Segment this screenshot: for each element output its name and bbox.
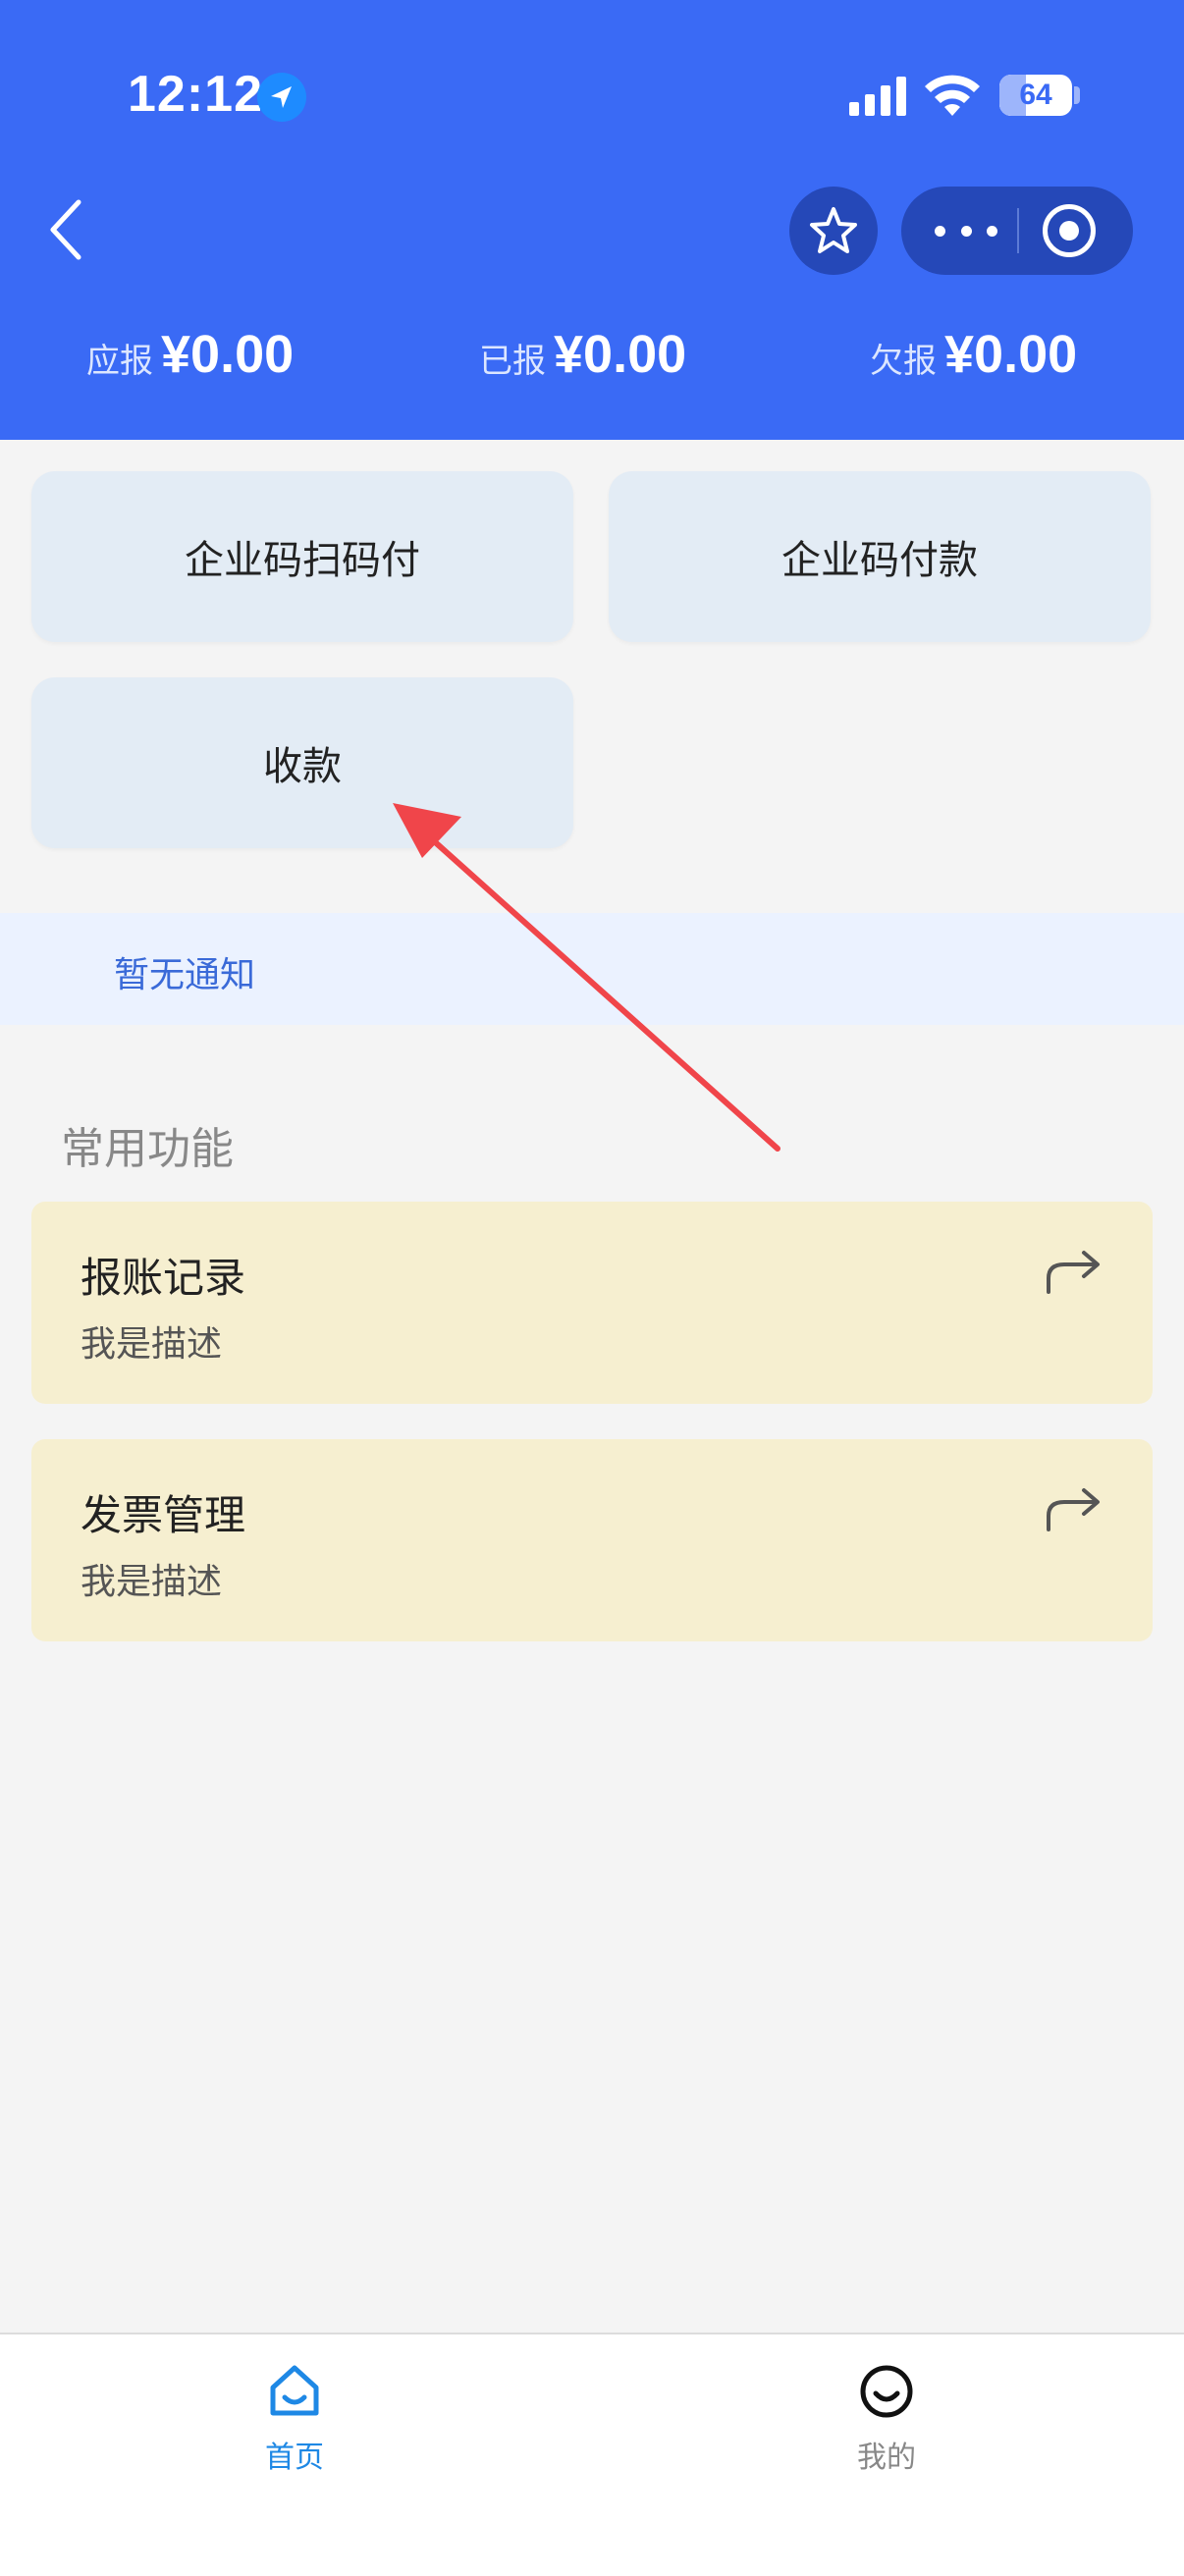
- status-bar: 12:12 64: [0, 0, 1184, 187]
- back-button[interactable]: [39, 194, 98, 265]
- tab-home-label: 首页: [265, 2441, 324, 2475]
- location-arrow-icon: [257, 73, 306, 122]
- summary-label: 已报: [479, 342, 546, 381]
- battery-icon: 64: [999, 75, 1072, 116]
- expense-records-card[interactable]: 报账记录 我是描述: [31, 1202, 1153, 1404]
- more-button[interactable]: [935, 187, 997, 275]
- battery-percent: 64: [1019, 79, 1052, 111]
- notice-bar: 暂无通知: [0, 913, 1184, 1025]
- invoice-management-card[interactable]: 发票管理 我是描述: [31, 1439, 1153, 1641]
- capsule-divider: [1017, 208, 1019, 253]
- summary-owed: 欠报 ¥0.00: [870, 324, 1077, 385]
- card-description: 我是描述: [81, 1324, 223, 1365]
- star-icon: [810, 207, 857, 253]
- chevron-left-icon: [50, 199, 81, 260]
- tab-home[interactable]: 首页: [196, 2362, 393, 2476]
- code-pay-button[interactable]: 企业码付款: [609, 471, 1151, 642]
- notice-text: 暂无通知: [114, 955, 256, 995]
- smiley-icon: [860, 2365, 913, 2418]
- forward-arrow-icon: [1043, 1482, 1105, 1537]
- summary-due: 应报 ¥0.00: [86, 324, 294, 385]
- summary-amount: ¥0.00: [554, 325, 687, 384]
- code-pay-label: 企业码付款: [781, 538, 978, 583]
- card-description: 我是描述: [81, 1562, 223, 1602]
- section-title: 常用功能: [61, 1124, 234, 1174]
- summary-reported: 已报 ¥0.00: [479, 324, 686, 385]
- forward-arrow-icon: [1043, 1245, 1105, 1300]
- home-icon: [270, 2365, 319, 2416]
- miniprogram-capsule: [901, 187, 1133, 275]
- receive-payment-button[interactable]: 收款: [31, 677, 573, 848]
- wifi-icon: [925, 73, 980, 120]
- summary-amount: ¥0.00: [944, 325, 1078, 384]
- cellular-signal-icon: [849, 77, 908, 120]
- header: 12:12 64 应报 ¥0.00 已报 ¥0.00 欠报 ¥0.00: [0, 0, 1184, 440]
- tab-bar: 首页 我的: [0, 2333, 1184, 2576]
- battery-tip: [1074, 86, 1080, 104]
- tab-mine[interactable]: 我的: [788, 2362, 985, 2476]
- card-title: 发票管理: [81, 1491, 246, 1539]
- scan-pay-button[interactable]: 企业码扫码付: [31, 471, 573, 642]
- receive-payment-label: 收款: [263, 744, 342, 789]
- status-time: 12:12: [128, 66, 263, 123]
- card-title: 报账记录: [81, 1254, 246, 1302]
- amount-summary: 应报 ¥0.00 已报 ¥0.00 欠报 ¥0.00: [0, 324, 1184, 402]
- scan-pay-label: 企业码扫码付: [185, 538, 420, 583]
- summary-label: 欠报: [870, 342, 937, 381]
- summary-label: 应报: [86, 342, 153, 381]
- favorite-button[interactable]: [789, 187, 878, 275]
- summary-amount: ¥0.00: [161, 325, 295, 384]
- tab-mine-label: 我的: [857, 2441, 916, 2475]
- close-target-icon[interactable]: [1043, 204, 1096, 257]
- more-dots-icon: [935, 225, 945, 237]
